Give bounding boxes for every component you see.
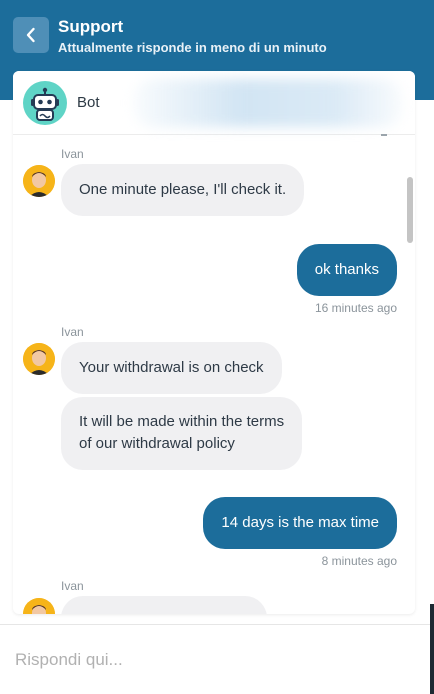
bot-avatar bbox=[23, 81, 67, 125]
agent-avatar bbox=[23, 165, 55, 197]
blurred-area bbox=[133, 79, 403, 127]
back-button[interactable] bbox=[13, 17, 49, 53]
composer-bar bbox=[0, 624, 434, 694]
clipped-timestamp bbox=[381, 133, 387, 136]
message-line: It will be made within the terms bbox=[79, 413, 285, 430]
person-icon bbox=[23, 165, 55, 197]
agent-avatar bbox=[23, 343, 55, 375]
conversation-panel[interactable]: Bot Ivan One minute please, I'll check i… bbox=[13, 71, 415, 614]
message-sender: Ivan bbox=[61, 579, 84, 593]
robot-icon bbox=[31, 87, 59, 121]
incoming-message: It will be made within the terms of our … bbox=[61, 397, 303, 470]
agent-avatar bbox=[23, 598, 55, 614]
incoming-message bbox=[61, 596, 267, 614]
incoming-message: One minute please, I'll check it. bbox=[61, 164, 305, 216]
agent-bar: Bot bbox=[13, 71, 415, 136]
window-edge bbox=[430, 604, 434, 694]
message-sender: Ivan bbox=[61, 147, 84, 161]
agent-name: Bot bbox=[77, 94, 100, 111]
message-time: 16 minutes ago bbox=[314, 301, 397, 315]
person-icon bbox=[23, 343, 55, 375]
chevron-left-icon bbox=[26, 27, 35, 43]
person-icon bbox=[23, 598, 55, 614]
outgoing-message: 14 days is the max time bbox=[203, 497, 397, 549]
outgoing-message: ok thanks bbox=[296, 244, 397, 296]
reply-input[interactable] bbox=[15, 645, 415, 675]
incoming-message: Your withdrawal is on check bbox=[61, 342, 282, 394]
message-sender: Ivan bbox=[61, 325, 84, 339]
message-time: 8 minutes ago bbox=[321, 554, 397, 568]
message-line: of our withdrawal policy bbox=[79, 435, 235, 452]
scrollbar-thumb[interactable] bbox=[407, 177, 413, 243]
chat-subtitle: Attualmente risponde in meno di un minut… bbox=[58, 40, 327, 55]
chat-title: Support bbox=[58, 17, 124, 36]
